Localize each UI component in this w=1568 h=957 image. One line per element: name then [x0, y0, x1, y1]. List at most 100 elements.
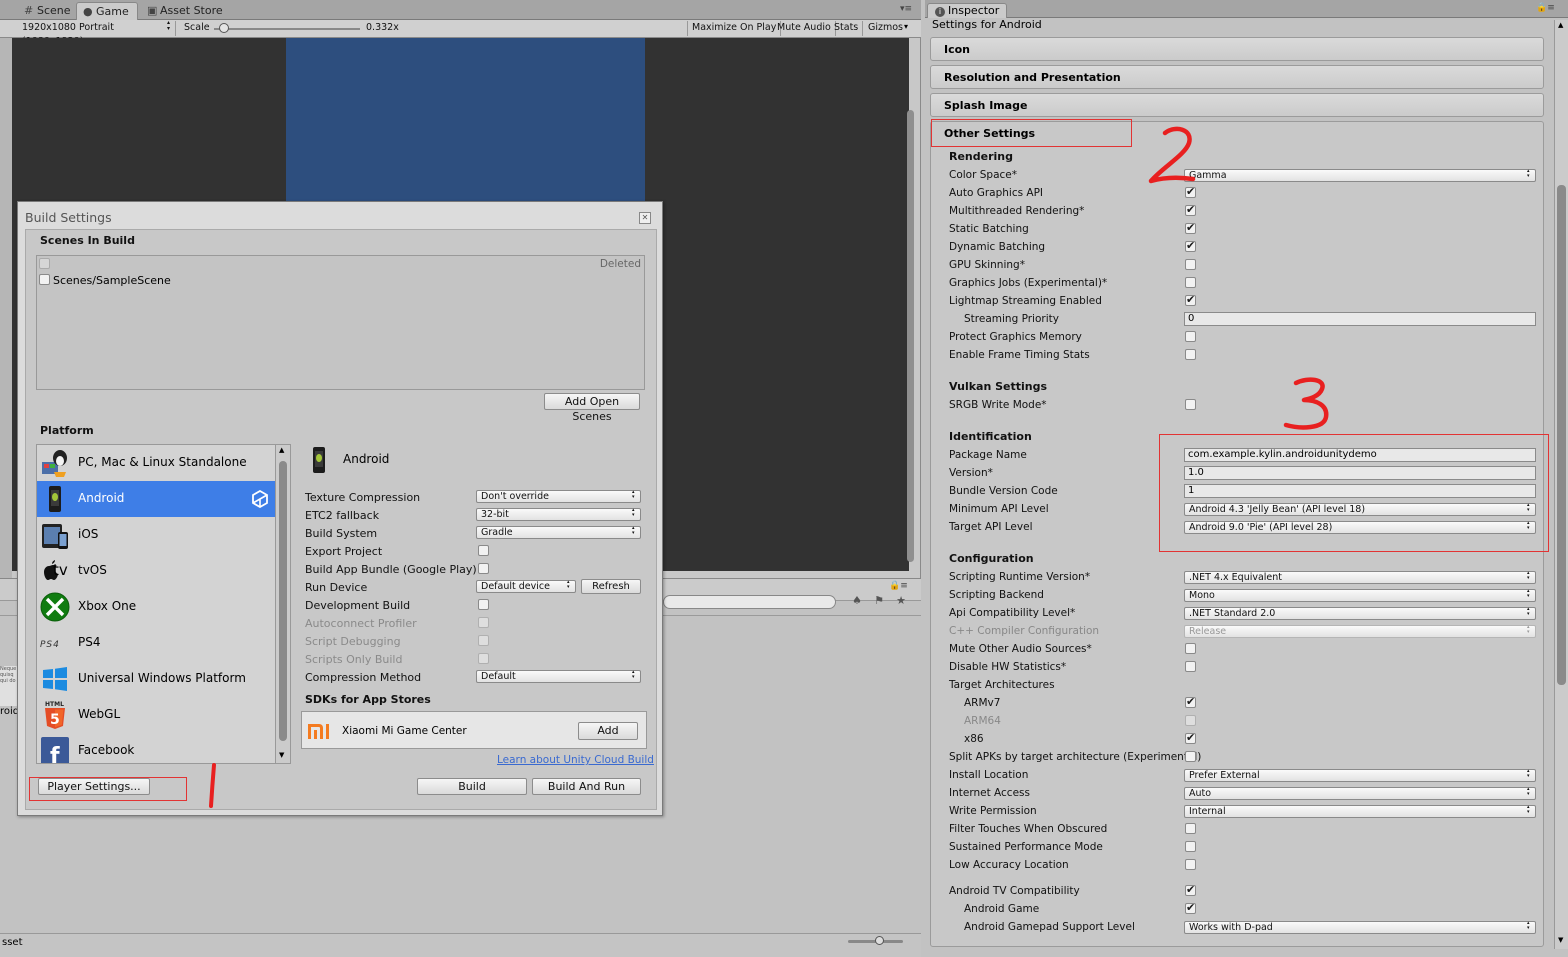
svg-text:5: 5: [50, 712, 60, 728]
filter-touches-checkbox[interactable]: [1185, 823, 1196, 834]
disable-hw-stats-checkbox[interactable]: [1185, 661, 1196, 672]
maximize-on-play-toggle[interactable]: Maximize On Play: [687, 21, 782, 36]
platform-item-webgl[interactable]: HTML 5 WebGL: [37, 697, 275, 733]
refresh-button[interactable]: Refresh: [581, 579, 641, 594]
build-system-dropdown[interactable]: Gradle: [476, 526, 641, 539]
section-resolution-presentation[interactable]: Resolution and Presentation: [930, 65, 1544, 89]
platform-item-xbox[interactable]: Xbox One: [37, 589, 275, 625]
scroll-up-icon[interactable]: ▲: [279, 446, 284, 454]
package-name-label: Package Name: [949, 449, 1027, 461]
mute-other-audio-checkbox[interactable]: [1185, 643, 1196, 654]
unity-cloud-build-link[interactable]: Learn about Unity Cloud Build: [497, 754, 654, 766]
scrollbar-thumb[interactable]: [1557, 185, 1566, 685]
resolution-dropdown[interactable]: 1920x1080 Portrait (1080x1920) ▴▾: [18, 20, 176, 47]
scenes-in-build-header: Scenes In Build: [40, 234, 135, 247]
close-icon[interactable]: ✕: [639, 212, 651, 224]
frame-timing-stats-checkbox[interactable]: [1185, 349, 1196, 360]
inspector-scrollbar[interactable]: ▲ ▼: [1554, 20, 1568, 949]
mute-audio-toggle[interactable]: Mute Audio: [773, 21, 836, 36]
platform-item-standalone[interactable]: PC, Mac & Linux Standalone: [37, 445, 275, 481]
x86-checkbox[interactable]: [1185, 731, 1196, 744]
build-and-run-button[interactable]: Build And Run: [532, 778, 641, 795]
platform-list[interactable]: PC, Mac & Linux Standalone Android iOS t…: [36, 444, 291, 764]
lock-icon[interactable]: 🔒≡: [889, 581, 908, 591]
platform-item-android[interactable]: Android: [37, 481, 275, 517]
android-tv-label: Android TV Compatibility: [949, 885, 1080, 897]
scale-slider-track[interactable]: [214, 28, 360, 30]
platform-item-uwp[interactable]: Universal Windows Platform: [37, 661, 275, 697]
low-accuracy-location-checkbox[interactable]: [1185, 859, 1196, 870]
selected-platform-title: Android: [343, 452, 390, 466]
scale-slider-knob[interactable]: [219, 23, 229, 33]
static-batching-checkbox[interactable]: [1185, 221, 1196, 234]
tab-inspector[interactable]: i Inspector: [927, 3, 1008, 18]
build-button[interactable]: Build: [417, 778, 527, 795]
tab-game[interactable]: ● Game: [76, 2, 138, 20]
platform-label: Xbox One: [78, 599, 137, 613]
scroll-up-icon[interactable]: ▲: [1558, 21, 1563, 29]
section-icon[interactable]: Icon: [930, 37, 1544, 61]
tab-asset-store[interactable]: ▣ Asset Store: [141, 2, 231, 20]
inspector-lock-icon[interactable]: 🔒≡: [1536, 3, 1555, 13]
internet-access-dropdown[interactable]: Auto: [1184, 787, 1536, 800]
tab-scene[interactable]: # Scene: [18, 2, 79, 20]
platform-item-ios[interactable]: iOS: [37, 517, 275, 553]
compression-method-dropdown[interactable]: Default: [476, 670, 641, 683]
scene-row[interactable]: Scenes/SampleScene: [38, 274, 643, 288]
sdk-add-button[interactable]: Add: [578, 722, 638, 740]
api-compat-dropdown[interactable]: .NET Standard 2.0: [1184, 607, 1536, 620]
graphics-jobs-checkbox[interactable]: [1185, 277, 1196, 288]
install-location-dropdown[interactable]: Prefer External: [1184, 769, 1536, 782]
lightmap-streaming-label: Lightmap Streaming Enabled: [949, 295, 1102, 307]
tab-menu-icon[interactable]: ▾≡: [900, 4, 912, 14]
lightmap-streaming-checkbox[interactable]: [1185, 293, 1196, 306]
texture-compression-dropdown[interactable]: Don't override: [476, 490, 641, 503]
auto-graphics-api-checkbox[interactable]: [1185, 185, 1196, 198]
scroll-down-icon[interactable]: ▼: [1558, 936, 1563, 944]
multithreaded-rendering-checkbox[interactable]: [1185, 203, 1196, 216]
scenes-header-checkbox[interactable]: [39, 258, 50, 269]
target-architectures-label: Target Architectures: [949, 679, 1055, 691]
build-settings-window: Build Settings ✕ Scenes In Build Deleted…: [17, 201, 663, 816]
scripting-runtime-dropdown[interactable]: .NET 4.x Equivalent: [1184, 571, 1536, 584]
export-project-checkbox[interactable]: [478, 545, 489, 556]
icon-size-slider-knob[interactable]: [875, 936, 884, 945]
stats-toggle[interactable]: Stats: [830, 21, 864, 36]
development-build-checkbox[interactable]: [478, 599, 489, 610]
sustained-performance-checkbox[interactable]: [1185, 841, 1196, 852]
split-apks-checkbox[interactable]: [1185, 751, 1196, 762]
gizmos-dropdown[interactable]: Gizmos: [864, 21, 907, 36]
dynamic-batching-label: Dynamic Batching: [949, 241, 1046, 253]
scrollbar-thumb[interactable]: [279, 461, 287, 741]
android-tv-checkbox[interactable]: [1185, 883, 1196, 896]
filter-label-icon[interactable]: ⚑: [870, 594, 888, 610]
platform-item-tvos[interactable]: tv tvOS: [37, 553, 275, 589]
platform-list-scrollbar[interactable]: ▲ ▼: [275, 444, 291, 764]
platform-item-facebook[interactable]: f Facebook: [37, 733, 275, 763]
protect-graphics-memory-checkbox[interactable]: [1185, 331, 1196, 342]
scroll-down-icon[interactable]: ▼: [279, 751, 284, 759]
filter-type-icon[interactable]: ♠: [848, 594, 866, 610]
android-game-checkbox[interactable]: [1185, 901, 1196, 914]
etc2-fallback-dropdown[interactable]: 32-bit: [476, 508, 641, 521]
scripting-backend-dropdown[interactable]: Mono: [1184, 589, 1536, 602]
game-view-scrollbar[interactable]: [907, 110, 914, 562]
gpu-skinning-checkbox[interactable]: [1185, 259, 1196, 270]
platform-item-ps4[interactable]: PS4 PS4: [37, 625, 275, 661]
gizmos-arrow-icon[interactable]: ▾: [904, 22, 908, 31]
run-device-dropdown[interactable]: Default device: [476, 580, 576, 593]
write-permission-dropdown[interactable]: Internal: [1184, 805, 1536, 818]
color-space-dropdown[interactable]: Gamma: [1184, 169, 1536, 182]
project-search-input[interactable]: [663, 595, 836, 609]
dynamic-batching-checkbox[interactable]: [1185, 239, 1196, 252]
build-app-bundle-checkbox[interactable]: [478, 563, 489, 574]
srgb-write-mode-checkbox[interactable]: [1185, 399, 1196, 410]
scene-checkbox[interactable]: [39, 274, 50, 285]
streaming-priority-input[interactable]: 0: [1184, 312, 1536, 326]
scenes-list[interactable]: Deleted Scenes/SampleScene: [36, 255, 645, 390]
gamepad-support-dropdown[interactable]: Works with D-pad: [1184, 921, 1536, 934]
add-open-scenes-button[interactable]: Add Open Scenes: [544, 393, 640, 423]
armv7-checkbox[interactable]: [1185, 695, 1196, 708]
section-splash-image[interactable]: Splash Image: [930, 93, 1544, 117]
favorite-star-icon[interactable]: ★: [892, 594, 910, 610]
